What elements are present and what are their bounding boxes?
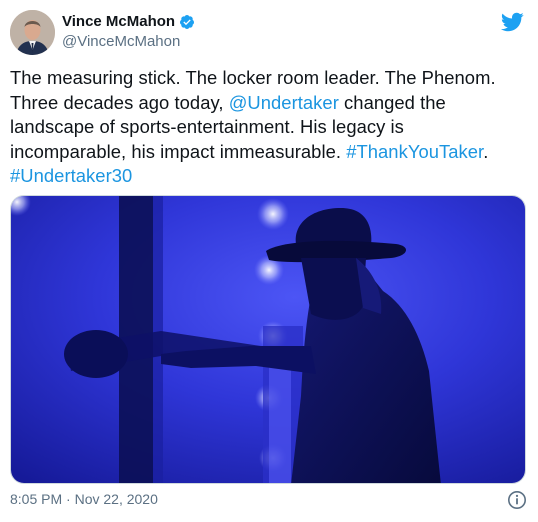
tweet-line: landscape of sports-entertainment. His l… xyxy=(10,115,528,140)
tweet-photo[interactable] xyxy=(10,195,526,484)
author-handle[interactable]: @VinceMcMahon xyxy=(62,33,180,50)
hashtag-link-undertaker30[interactable]: #Undertaker30 xyxy=(10,165,132,186)
author-name-row[interactable]: Vince McMahon xyxy=(62,13,195,30)
tweet-line: #Undertaker30 xyxy=(10,164,528,189)
verified-badge-icon xyxy=(179,14,195,30)
hashtag-link-thankyoutaker[interactable]: #ThankYouTaker xyxy=(346,141,483,162)
tweet-text-segment: . xyxy=(483,140,489,162)
twitter-bird-icon[interactable] xyxy=(500,10,524,34)
tweet-line: incomparable, his impact immeasurable. #… xyxy=(10,140,528,165)
info-icon[interactable] xyxy=(507,490,527,510)
tweet-timestamp[interactable]: 8:05 PM · Nov 22, 2020 xyxy=(10,491,158,507)
tweet-text-segment: incomparable, his impact immeasurable. xyxy=(10,140,347,162)
tweet-line: The measuring stick. The locker room lea… xyxy=(10,66,528,91)
mention-link-undertaker[interactable]: @Undertaker xyxy=(229,92,339,113)
tweet-line: Three decades ago today, @Undertaker cha… xyxy=(10,91,528,116)
tweet-text: The measuring stick. The locker room lea… xyxy=(10,66,528,189)
tweet-card: Vince McMahon @VinceMcMahon The measurin… xyxy=(0,0,538,522)
tweet-text-segment: changed the xyxy=(338,91,446,113)
author-name[interactable]: Vince McMahon xyxy=(62,13,175,30)
tweet-text-segment: landscape of sports-entertainment. His l… xyxy=(10,116,404,138)
avatar[interactable] xyxy=(10,10,55,55)
tweet-text-segment: Three decades ago today, xyxy=(10,91,229,113)
tweet-text-segment: The measuring stick. The locker room lea… xyxy=(10,67,496,88)
